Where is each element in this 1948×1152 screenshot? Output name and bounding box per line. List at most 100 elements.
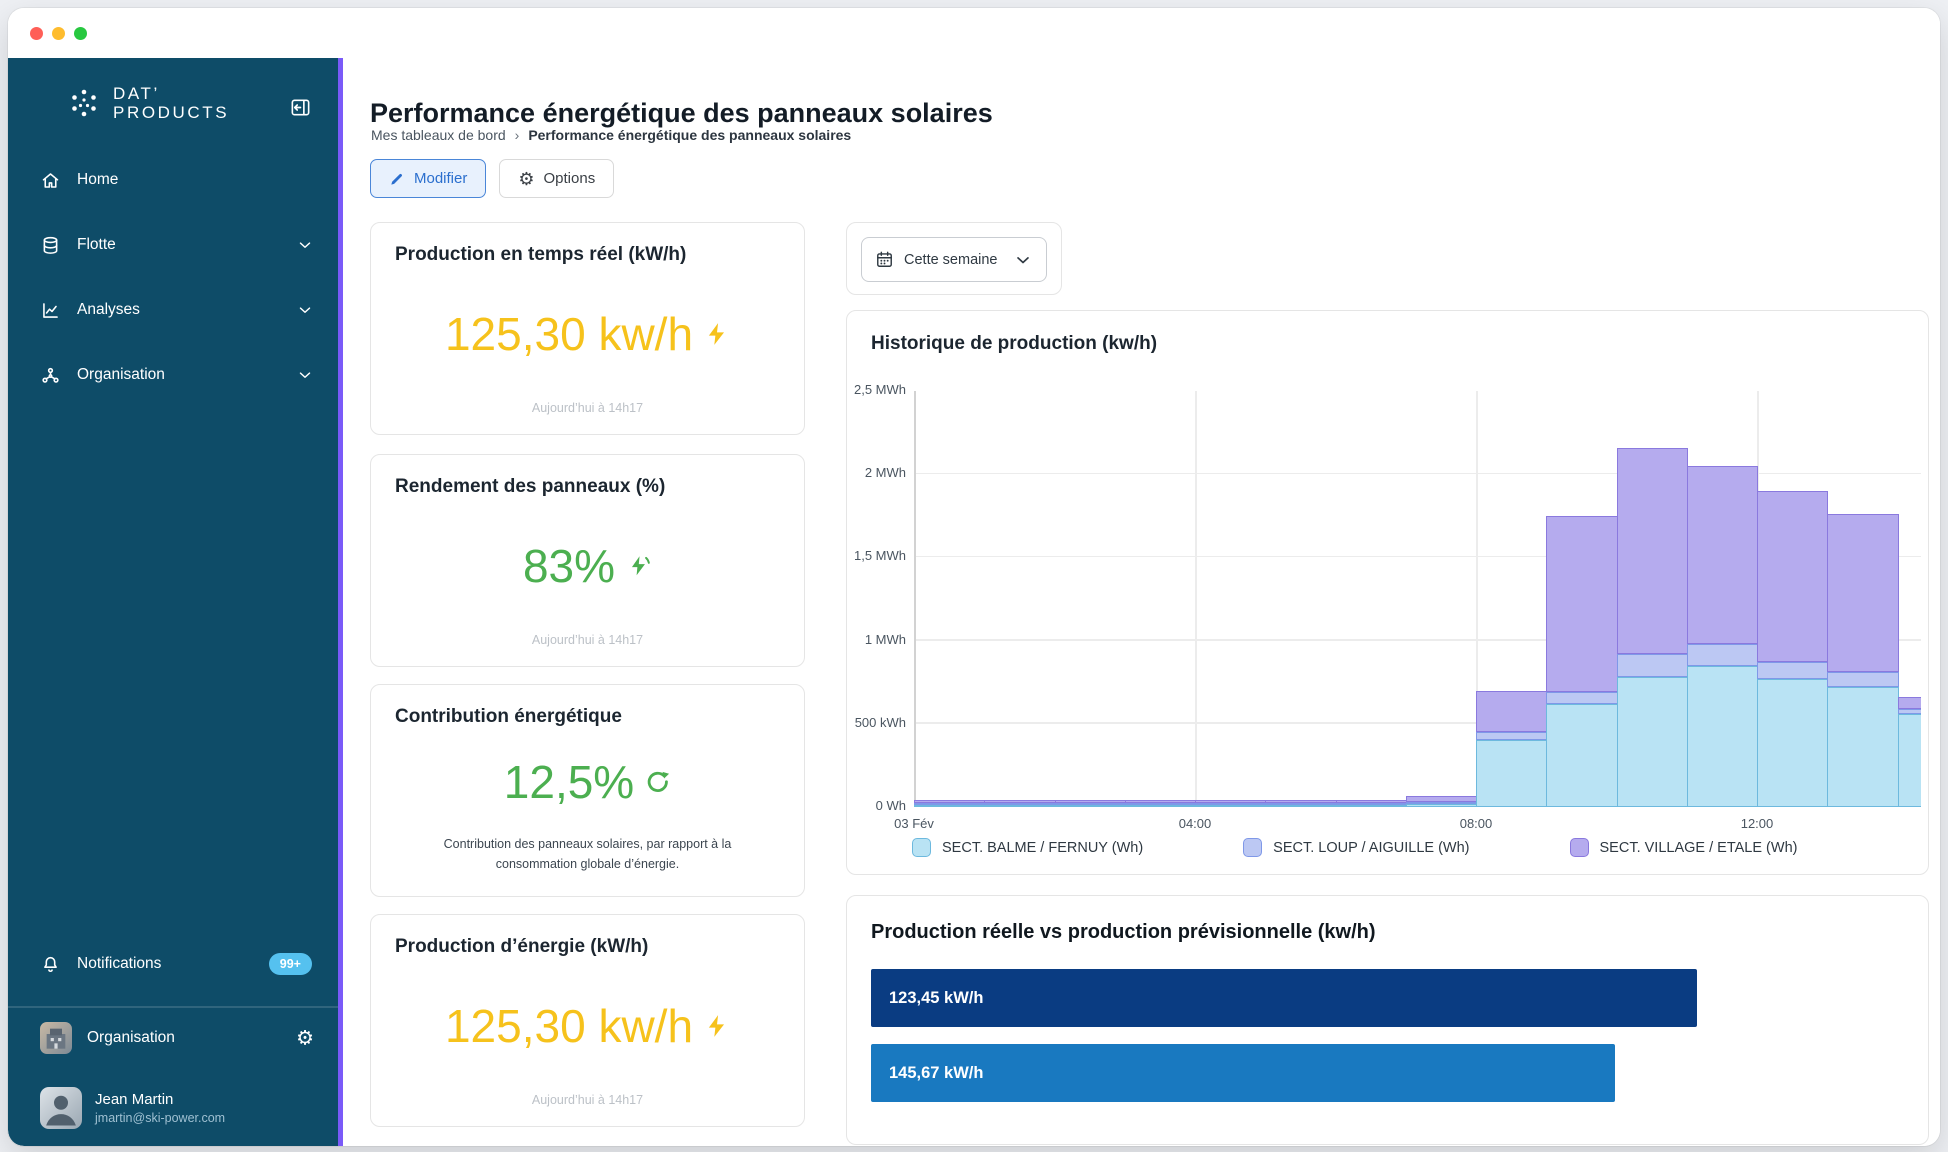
card-title: Production en temps réel (kW/h): [371, 223, 804, 266]
home-icon: [40, 169, 62, 191]
chart-bar-segment: [1687, 666, 1758, 807]
sidebar-item-flotte[interactable]: Flotte: [8, 225, 338, 265]
gridline: [1195, 391, 1197, 807]
chart-bar-segment: [1476, 740, 1547, 807]
gridline: [914, 391, 916, 807]
contribution-value: 12,5%: [504, 755, 634, 809]
sidebar-item-organisation[interactable]: Organisation: [8, 355, 338, 395]
stacked-bar-chart[interactable]: [914, 391, 1921, 807]
collapse-sidebar-icon[interactable]: [289, 96, 312, 119]
panel-yield-value: 83%: [523, 539, 615, 593]
chart-bar-segment: [1406, 802, 1477, 804]
logo-molecule-icon: [66, 85, 102, 121]
chart-bar-segment: [1125, 800, 1196, 803]
chevron-down-icon[interactable]: [296, 366, 314, 384]
card-realtime-production: Production en temps réel (kW/h) 125,30 k…: [370, 222, 805, 435]
minimize-window-button[interactable]: [52, 27, 65, 40]
legend-label: SECT. VILLAGE / ETALE (Wh): [1600, 840, 1798, 856]
comparison-bar-label: 123,45 kW/h: [889, 989, 983, 1008]
sidebar-item-home[interactable]: Home: [8, 160, 338, 200]
close-window-button[interactable]: [30, 27, 43, 40]
sidebar-item-organisation-settings[interactable]: Organisation ⚙: [8, 1018, 338, 1058]
chart-bar-segment: [1195, 803, 1266, 805]
sidebar-item-label: Organisation: [87, 1029, 175, 1047]
sidebar-item-label: Organisation: [77, 366, 165, 384]
pencil-icon: [389, 171, 405, 187]
sidebar-item-notifications[interactable]: Notifications 99+: [8, 944, 338, 984]
card-energy-contribution: Contribution énergétique 12,5% Contribut…: [370, 684, 805, 897]
y-axis-tick: 1 MWh: [850, 632, 906, 647]
chart-bar-segment: [984, 803, 1055, 805]
calendar-icon: [875, 250, 894, 269]
zoom-window-button[interactable]: [74, 27, 87, 40]
chart-bar-segment: [1827, 514, 1898, 672]
x-axis-tick: 04:00: [1150, 816, 1240, 831]
legend-swatch: [912, 838, 931, 857]
chart-bar-segment: [1055, 805, 1126, 807]
chart-bar-segment: [1406, 804, 1477, 807]
chart-bar-segment: [1617, 677, 1688, 807]
card-description: Contribution des panneaux solaires, par …: [371, 835, 804, 896]
comparison-bars: 123,45 kW/h 145,67 kW/h: [871, 969, 1904, 1102]
chart-bar-segment: [1476, 732, 1547, 740]
card-panel-yield: Rendement des panneaux (%) 83% Aujourd’h…: [370, 454, 805, 667]
chart-bar-segment: [1757, 679, 1828, 807]
card-energy-production: Production d’énergie (kW/h) 125,30 kw/h …: [370, 914, 805, 1127]
gear-icon[interactable]: ⚙: [296, 1026, 314, 1051]
gear-icon: ⚙: [518, 170, 534, 188]
card-title: Rendement des panneaux (%): [371, 455, 804, 498]
chart-legend: SECT. BALME / FERNUY (Wh) SECT. LOUP / AI…: [912, 838, 1797, 857]
realtime-production-value: 125,30 kw/h: [445, 307, 693, 361]
chart-plot-area: 0 Wh500 kWh1 MWh1,5 MWh2 MWh2,5 MWh03 Fé…: [914, 391, 1921, 807]
chevron-down-icon[interactable]: [296, 301, 314, 319]
energy-production-value: 125,30 kw/h: [445, 999, 693, 1053]
x-axis-tick: 03 Fév: [869, 816, 959, 831]
legend-item[interactable]: SECT. LOUP / AIGUILLE (Wh): [1243, 838, 1469, 857]
chart-bar-segment: [1195, 805, 1266, 807]
page-title: Performance énergétique des panneaux sol…: [370, 98, 993, 129]
legend-swatch: [1570, 838, 1589, 857]
chart-bar-segment: [1757, 662, 1828, 679]
chart-bar-segment: [1195, 800, 1266, 803]
user-profile[interactable]: Jean Martin jmartin@ski-power.com: [8, 1080, 338, 1136]
app-logo: DAT’ PRODUCTS: [66, 84, 229, 122]
sidebar-item-label: Home: [77, 171, 118, 189]
period-select[interactable]: Cette semaine: [861, 237, 1047, 282]
chart-bar-segment: [1406, 796, 1477, 801]
chart-bar-segment: [1898, 709, 1922, 714]
legend-item[interactable]: SECT. BALME / FERNUY (Wh): [912, 838, 1143, 857]
sidebar-item-analyses[interactable]: Analyses: [8, 290, 338, 330]
lightning-bolt-icon: [704, 1013, 730, 1039]
legend-label: SECT. BALME / FERNUY (Wh): [942, 840, 1143, 856]
chart-bar-segment: [1336, 805, 1407, 807]
comparison-title: Production réelle vs production prévisio…: [847, 896, 1928, 944]
y-axis-tick: 0 Wh: [850, 798, 906, 813]
main-content: Performance énergétique des panneaux sol…: [343, 58, 1940, 1146]
edit-button[interactable]: Modifier: [370, 159, 486, 198]
x-axis-tick: 12:00: [1712, 816, 1802, 831]
chart-bar-segment: [1336, 800, 1407, 803]
breadcrumb: Mes tableaux de bord › Performance énerg…: [371, 127, 851, 143]
gridline: [914, 473, 1921, 475]
options-button[interactable]: ⚙ Options: [499, 159, 614, 198]
chart-bar-segment: [1055, 803, 1126, 805]
network-nodes-icon: [40, 364, 62, 386]
sidebar-item-label: Flotte: [77, 236, 116, 254]
chart-bar-segment: [984, 805, 1055, 807]
y-axis-tick: 2 MWh: [850, 465, 906, 480]
breadcrumb-separator-icon: ›: [515, 127, 520, 143]
user-name: Jean Martin: [95, 1091, 225, 1108]
chevron-down-icon[interactable]: [296, 236, 314, 254]
header-actions: Modifier ⚙ Options: [370, 159, 614, 198]
breadcrumb-root[interactable]: Mes tableaux de bord: [371, 127, 506, 143]
comparison-bar: 123,45 kW/h: [871, 969, 1697, 1027]
sidebar-item-label: Analyses: [77, 301, 140, 319]
legend-item[interactable]: SECT. VILLAGE / ETALE (Wh): [1570, 838, 1798, 857]
chart-title: Historique de production (kw/h): [847, 311, 1928, 355]
titlebar: [8, 8, 1940, 58]
comparison-bar-label: 145,67 kW/h: [889, 1064, 983, 1083]
chevron-down-icon: [1013, 250, 1033, 270]
sidebar-divider: [8, 1006, 338, 1008]
recycle-icon: [645, 769, 671, 795]
chart-bar-segment: [1546, 516, 1617, 692]
